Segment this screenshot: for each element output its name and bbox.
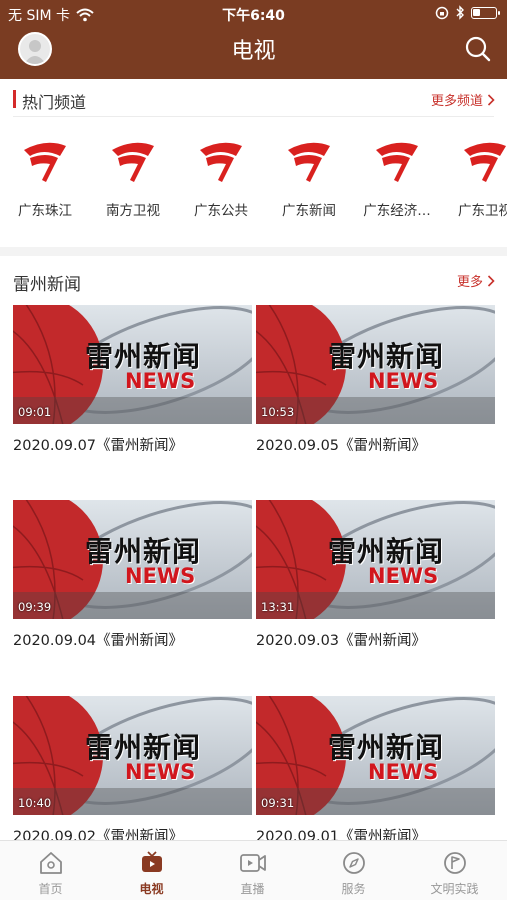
channel-item[interactable]: 广东珠江 — [5, 128, 85, 228]
hot-channels-title: 热门频道 — [22, 93, 87, 112]
divider — [13, 116, 494, 117]
news-caption: 2020.09.05《雷州新闻》 — [256, 438, 427, 454]
video-thumbnail[interactable]: 雷州新闻 NEWS 09:31 — [256, 696, 495, 815]
status-bar: 无 SIM 卡 下午6:40 — [0, 0, 507, 27]
news-card[interactable]: 雷州新闻 NEWS 13:31 2020.09.03《雷州新闻》 — [256, 500, 495, 650]
video-thumbnail[interactable]: 雷州新闻 NEWS 10:53 — [256, 305, 495, 424]
compass-icon — [342, 852, 365, 874]
status-time: 下午6:40 — [222, 8, 285, 24]
chevron-right-icon — [487, 93, 495, 106]
more-news-link[interactable]: 更多 — [457, 271, 495, 290]
news-card[interactable]: 雷州新闻 NEWS 09:01 2020.09.07《雷州新闻》 — [13, 305, 252, 455]
more-channels-link[interactable]: 更多频道 — [431, 90, 495, 109]
news-card[interactable]: 雷州新闻 NEWS 09:31 2020.09.01《雷州新闻》 — [256, 696, 495, 846]
thumbnail-title-en: NEWS — [368, 369, 439, 393]
search-icon[interactable] — [463, 34, 493, 64]
channel-item[interactable]: 南方卫视 — [93, 128, 173, 228]
battery-icon — [471, 6, 500, 19]
channel-list: 广东珠江 南方卫视 广东公共 广东新闻 广东经济… 广东卫视 — [0, 128, 507, 228]
more-news-label: 更多 — [456, 275, 483, 290]
tab-service[interactable]: 服务 — [303, 841, 404, 900]
channel-name: 广东经济… — [363, 203, 431, 219]
chevron-right-icon — [487, 274, 495, 287]
thumbnail-title-en: NEWS — [368, 564, 439, 588]
orientation-lock-icon — [435, 6, 449, 19]
video-duration: 10:40 — [18, 796, 52, 810]
flag-icon — [443, 852, 466, 874]
channel-name: 广东新闻 — [282, 203, 336, 219]
channel-item[interactable]: 广东公共 — [181, 128, 261, 228]
tab-live-label: 直播 — [240, 882, 265, 896]
thumbnail-title-en: NEWS — [368, 760, 439, 784]
video-duration: 09:31 — [261, 796, 295, 810]
tab-service-label: 服务 — [341, 882, 366, 896]
gdtv-logo-icon — [288, 142, 330, 182]
gdtv-logo-icon — [464, 142, 506, 182]
nav-bar: 电视 — [0, 27, 507, 79]
thumbnail-title-en: NEWS — [125, 760, 196, 784]
app-header: 无 SIM 卡 下午6:40 电视 — [0, 0, 507, 79]
news-caption: 2020.09.03《雷州新闻》 — [256, 633, 427, 649]
channel-item[interactable]: 广东经济… — [357, 128, 437, 228]
video-thumbnail[interactable]: 雷州新闻 NEWS 10:40 — [13, 696, 252, 815]
news-section-header: 雷州新闻 更多 — [0, 262, 507, 298]
home-icon — [39, 852, 62, 874]
tab-home[interactable]: 首页 — [0, 841, 101, 900]
gdtv-logo-icon — [112, 142, 154, 182]
gdtv-logo-icon — [24, 142, 66, 182]
tv-icon — [141, 851, 162, 872]
news-card[interactable]: 雷州新闻 NEWS 09:39 2020.09.04《雷州新闻》 — [13, 500, 252, 650]
section-accent-bar — [13, 90, 16, 108]
news-caption: 2020.09.04《雷州新闻》 — [13, 633, 184, 649]
more-channels-label: 更多频道 — [430, 94, 483, 109]
bottom-tab-bar: 首页 电视 直播 服务 文明实践 — [0, 840, 507, 900]
live-camera-icon — [239, 854, 266, 872]
thumbnail-title-en: NEWS — [125, 369, 196, 393]
page-title: 电视 — [231, 39, 276, 64]
channel-name: 广东公共 — [194, 203, 248, 219]
channel-name: 广东珠江 — [18, 203, 72, 219]
channel-item[interactable]: 广东卫视 — [445, 128, 507, 228]
channel-name: 广东卫视 — [458, 203, 507, 219]
bluetooth-icon — [456, 5, 464, 20]
tab-tv-label: 电视 — [139, 882, 164, 896]
tab-civilization[interactable]: 文明实践 — [404, 841, 505, 900]
news-card[interactable]: 雷州新闻 NEWS 10:40 2020.09.02《雷州新闻》 — [13, 696, 252, 846]
channel-item[interactable]: 广东新闻 — [269, 128, 349, 228]
video-thumbnail[interactable]: 雷州新闻 NEWS 09:01 — [13, 305, 252, 424]
gdtv-logo-icon — [376, 142, 418, 182]
tab-civilization-label: 文明实践 — [430, 882, 479, 896]
video-duration: 09:39 — [18, 600, 52, 614]
gdtv-logo-icon — [200, 142, 242, 182]
tab-live[interactable]: 直播 — [202, 841, 303, 900]
hot-channels-header: 热门频道 更多频道 — [0, 81, 507, 117]
video-thumbnail[interactable]: 雷州新闻 NEWS 13:31 — [256, 500, 495, 619]
video-duration: 09:01 — [18, 405, 52, 419]
video-duration: 10:53 — [261, 405, 295, 419]
video-duration: 13:31 — [261, 600, 295, 614]
video-thumbnail[interactable]: 雷州新闻 NEWS 09:39 — [13, 500, 252, 619]
tab-home-label: 首页 — [38, 882, 63, 896]
news-card[interactable]: 雷州新闻 NEWS 10:53 2020.09.05《雷州新闻》 — [256, 305, 495, 455]
news-caption: 2020.09.07《雷州新闻》 — [13, 438, 184, 454]
news-section-title: 雷州新闻 — [13, 275, 81, 295]
tab-tv[interactable]: 电视 — [101, 841, 202, 900]
section-separator — [0, 247, 507, 256]
thumbnail-title-en: NEWS — [125, 564, 196, 588]
channel-name: 南方卫视 — [106, 203, 160, 219]
